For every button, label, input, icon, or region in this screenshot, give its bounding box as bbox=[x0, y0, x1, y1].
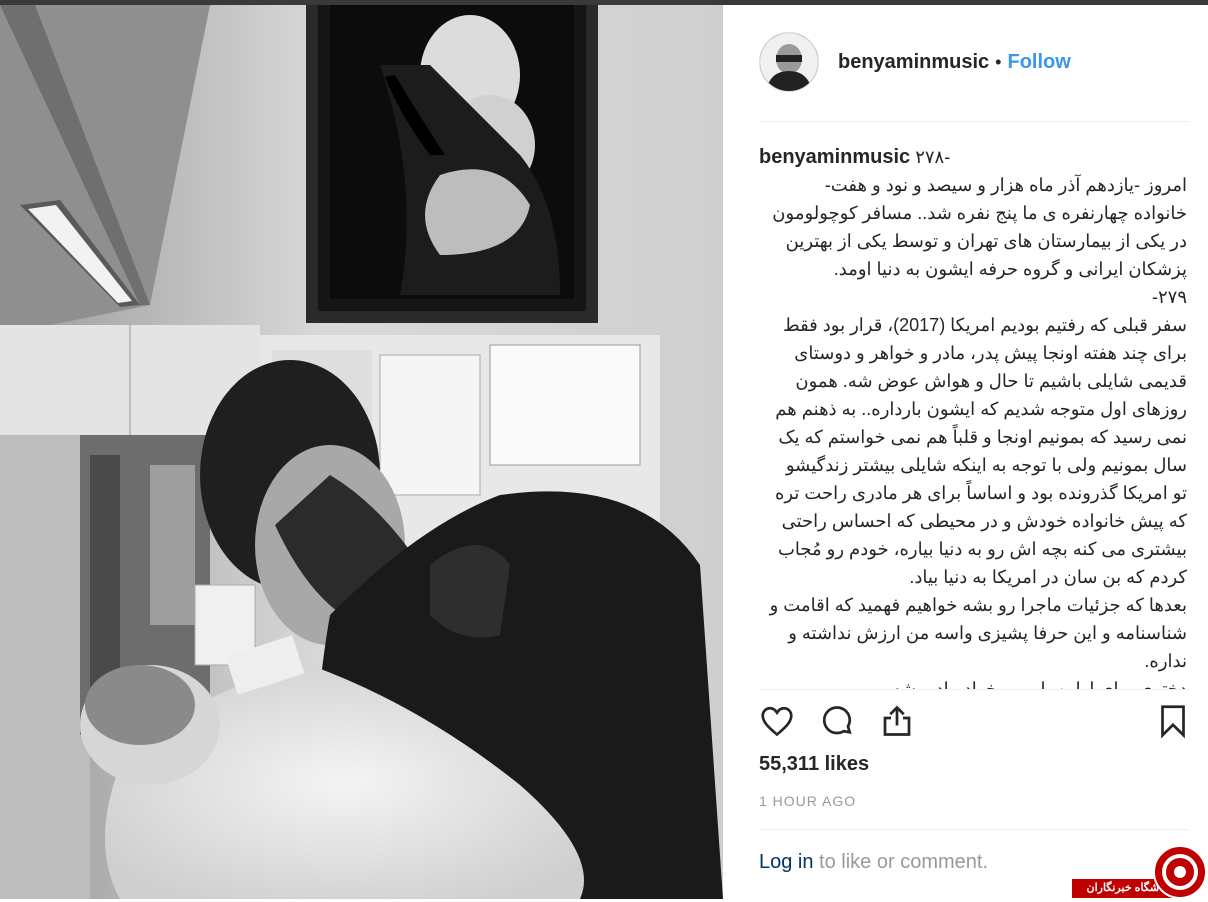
caption-header: benyaminmusic ۲۷۸- bbox=[759, 143, 1187, 171]
bookmark-icon[interactable] bbox=[1155, 703, 1193, 741]
separator-dot: • bbox=[995, 51, 1002, 72]
caption-line: تو امریکا گذرونده بود و اساساً برای هر م… bbox=[774, 483, 1187, 503]
comment-icon[interactable] bbox=[819, 703, 857, 741]
caption-line: در یکی از بیمارستان های تهران و توسط یکی… bbox=[785, 231, 1187, 251]
login-link[interactable]: Log in bbox=[759, 851, 814, 873]
watermark-logo-icon bbox=[1153, 845, 1207, 899]
avatar[interactable] bbox=[759, 32, 819, 92]
caption-line: سال بمونیم ولی با توجه به اینکه شایلی بی… bbox=[785, 455, 1187, 475]
caption-line: دختری برای اولین بار می خواد مادر بشه bbox=[891, 679, 1187, 689]
caption-line: نداره. bbox=[1144, 651, 1187, 671]
caption-line: پزشکان ایرانی و گروه حرفه ایشون به دنیا … bbox=[833, 259, 1187, 279]
action-bar bbox=[759, 703, 1189, 743]
caption-line: کردم که بن سان در امریکا به دنیا بیاد. bbox=[909, 567, 1187, 587]
caption-line: امروز -یازدهم آذر ماه هزار و سیصد و نود … bbox=[824, 175, 1187, 195]
login-prompt: Log in to like or comment. bbox=[759, 851, 988, 874]
share-icon[interactable] bbox=[879, 703, 917, 741]
caption-line: شناسنامه و این حرفا پشیزی واسه من ارزش ن… bbox=[788, 623, 1187, 643]
post-sidebar: benyaminmusic • Follow benyaminmusic ۲۷۸… bbox=[723, 5, 1208, 899]
caption-line: خانواده چهارنفره ی ما پنج نفره شد.. مساف… bbox=[772, 203, 1187, 223]
heart-icon[interactable] bbox=[759, 703, 797, 741]
post-timestamp[interactable]: 1 HOUR AGO bbox=[759, 793, 856, 809]
caption-line: بعدها که جزئیات ماجرا رو بشه خواهیم فهمی… bbox=[769, 595, 1187, 615]
caption-first-text: ۲۷۸- bbox=[915, 147, 951, 167]
divider bbox=[759, 121, 1189, 122]
caption-line: قدیمی شایلی باشیم تا حال و هواش عوض شه. … bbox=[795, 371, 1187, 391]
divider bbox=[759, 689, 1189, 690]
caption-line: نمی رسید که بمونیم اونجا و قلباً هم نمی … bbox=[778, 427, 1187, 447]
caption-line: بیشتری می کنه بچه اش رو به دنیا بیاره، خ… bbox=[777, 539, 1187, 559]
follow-button[interactable]: Follow bbox=[1007, 51, 1070, 74]
like-count[interactable]: 55,311 likes bbox=[759, 753, 869, 776]
caption: benyaminmusic ۲۷۸- امروز -یازدهم آذر ماه… bbox=[759, 143, 1187, 689]
caption-line: سفر قبلی که رفتیم بودیم امریکا (2017)، ق… bbox=[782, 315, 1187, 335]
post-header: benyaminmusic • Follow bbox=[759, 32, 1071, 92]
caption-line: ۲۷۹- bbox=[1151, 287, 1187, 307]
post-photo[interactable] bbox=[0, 5, 723, 899]
caption-line: روزهای اول متوجه شدیم که ایشون بارداره..… bbox=[775, 399, 1187, 419]
login-prompt-text: to like or comment. bbox=[813, 851, 989, 873]
caption-username[interactable]: benyaminmusic bbox=[759, 146, 910, 168]
username-link[interactable]: benyaminmusic bbox=[838, 51, 989, 74]
caption-line: برای چند هفته اونجا پیش پدر، مادر و خواه… bbox=[794, 343, 1187, 363]
caption-line: که پیش خانواده خودش و در محیطی که احساس … bbox=[781, 511, 1187, 531]
divider bbox=[759, 829, 1189, 830]
